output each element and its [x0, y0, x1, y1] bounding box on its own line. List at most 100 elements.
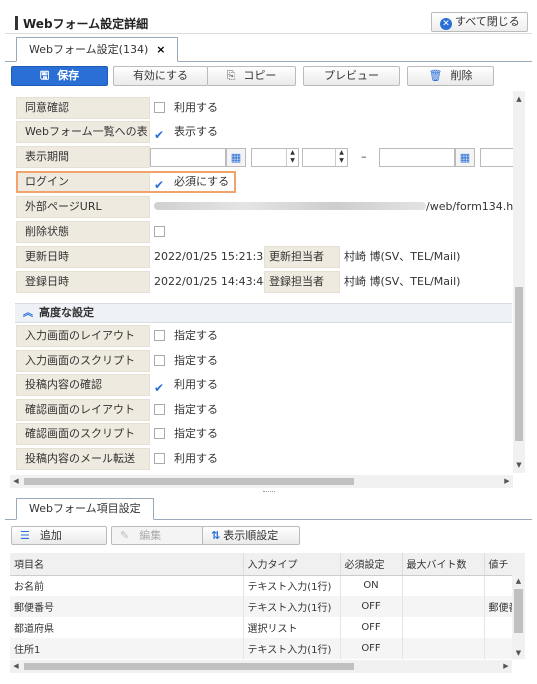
advanced-row: 投稿内容のメール転送 利用する: [10, 447, 514, 471]
scroll-down-icon[interactable]: ▼: [512, 647, 525, 659]
advanced-row-checkbox[interactable]: [154, 330, 165, 341]
copy-icon: ⎘: [226, 69, 236, 82]
advanced-row-checkbox[interactable]: [154, 404, 165, 415]
table-row[interactable]: 都道府県 選択リスト OFF: [10, 617, 512, 638]
table-header-row: 項目名 入力タイプ 必須設定 最大バイト数 値チ: [10, 553, 512, 576]
save-label: 保存: [57, 69, 80, 82]
delete-label: 削除: [450, 69, 473, 82]
advanced-row: 投稿内容の確認 利用する: [10, 373, 514, 400]
consent-row: 同意確認 利用する: [10, 96, 514, 120]
items-tabstrip: Webフォーム項目設定: [5, 496, 532, 520]
login-highlight-box: [16, 171, 236, 193]
advanced-row-label: 確認画面のスクリプト: [16, 423, 150, 445]
form-scroll-area[interactable]: 同意確認 利用する Webフォーム一覧への表示 表示する 表示期間 ▦ ▲▼ ▲…: [5, 91, 514, 473]
panel-splitter[interactable]: [5, 490, 532, 495]
required-cell: OFF: [340, 596, 403, 617]
input-type-cell: テキスト入力(1行): [243, 638, 341, 659]
scroll-right-icon[interactable]: ▶: [501, 475, 513, 488]
external-url-row: 外部ページURL /web/form134.html: [10, 195, 514, 219]
advanced-row-checkbox[interactable]: [154, 428, 165, 439]
max-bytes-cell: [402, 596, 485, 617]
advanced-row-checkbox[interactable]: [154, 376, 165, 400]
advanced-row-text: 指定する: [174, 354, 218, 367]
advanced-row-text: 利用する: [174, 452, 218, 465]
title-marker: [15, 16, 18, 30]
advanced-row-text: 指定する: [174, 403, 218, 416]
display-order-button[interactable]: ⇅ 表示順設定: [202, 526, 300, 545]
deleted-row: 削除状態: [10, 220, 514, 244]
advanced-row-checkbox[interactable]: [154, 355, 165, 366]
column-header[interactable]: 必須設定: [340, 553, 403, 576]
calendar-icon[interactable]: ▦: [226, 148, 246, 167]
required-cell: OFF: [340, 617, 403, 638]
table-vertical-scrollbar[interactable]: ▲ ▼: [512, 553, 525, 659]
display-order-label: 表示順設定: [223, 529, 279, 542]
tab-close-icon[interactable]: ×: [156, 43, 165, 56]
items-toolbar: ☰ 追加 ✎ 編集 ⇅ 表示順設定: [5, 524, 532, 548]
updated-by-value: 村崎 博(SV、TEL/Mail): [344, 250, 461, 263]
table-horizontal-scrollbar[interactable]: ◀ ▶: [10, 660, 512, 673]
period-end-date-input[interactable]: [379, 148, 455, 167]
period-start-hour-spinner[interactable]: ▲ ▼: [251, 148, 299, 167]
close-circle-icon: ✕: [440, 18, 452, 30]
consent-value: 利用する: [154, 96, 218, 120]
required-cell: OFF: [340, 638, 403, 659]
scroll-up-icon[interactable]: ▲: [513, 93, 525, 105]
advanced-row-label: 投稿内容のメール転送: [16, 448, 150, 470]
tab-webform-settings[interactable]: Webフォーム設定(134) ×: [16, 37, 179, 62]
advanced-settings-title: 高度な設定: [39, 306, 94, 319]
form-horizontal-scrollbar[interactable]: ◀ ▶: [10, 475, 513, 488]
save-button[interactable]: 🖫 保存: [11, 66, 108, 86]
copy-button[interactable]: ⎘ コピー: [207, 66, 296, 86]
advanced-row: 確認画面のスクリプト 指定する: [10, 422, 514, 446]
scroll-left-icon[interactable]: ◀: [10, 475, 22, 488]
close-all-button[interactable]: ✕ すべて閉じる: [431, 12, 528, 32]
scrollbar-thumb[interactable]: [24, 478, 354, 485]
advanced-row-checkbox[interactable]: [154, 453, 165, 464]
scroll-right-icon[interactable]: ▶: [500, 660, 512, 673]
page-title: Webフォーム設定詳細: [23, 17, 149, 31]
column-header[interactable]: 最大バイト数: [402, 553, 485, 576]
created-at-label: 登録日時: [16, 271, 150, 293]
advanced-row-label: 入力画面のスクリプト: [16, 350, 150, 372]
updated-at-value: 2022/01/25 15:21:39: [154, 250, 271, 263]
column-header[interactable]: 値チ: [484, 553, 512, 576]
calendar-icon[interactable]: ▦: [455, 148, 475, 167]
scrollbar-thumb[interactable]: [24, 663, 354, 670]
value-check-cell: [484, 638, 512, 659]
tab-webform-items[interactable]: Webフォーム項目設定: [16, 498, 154, 520]
advanced-row-text: 指定する: [174, 427, 218, 440]
deleted-checkbox[interactable]: [154, 226, 165, 237]
consent-checkbox[interactable]: [154, 102, 165, 113]
created-by-label: 登録担当者: [264, 271, 340, 293]
period-start-minute-spinner[interactable]: ▲ ▼: [302, 148, 348, 167]
delete-button[interactable]: 🗑 削除: [407, 66, 494, 86]
spinner-arrows-icon[interactable]: ▲ ▼: [286, 149, 298, 166]
chevron-up-icon: ︽: [23, 308, 33, 319]
preview-button[interactable]: プレビュー: [303, 66, 400, 86]
scroll-up-icon[interactable]: ▲: [512, 575, 525, 587]
list-display-checkbox[interactable]: [154, 123, 165, 147]
advanced-row: 入力画面のスクリプト 指定する: [10, 349, 514, 373]
display-period-row: 表示期間 ▦ ▲ ▼ ▲ ▼ – ▦: [10, 145, 514, 169]
form-vertical-scrollbar[interactable]: ▲ ▼: [513, 91, 525, 473]
add-item-button[interactable]: ☰ 追加: [11, 526, 107, 545]
edit-item-button[interactable]: ✎ 編集: [111, 526, 204, 545]
table-row[interactable]: お名前 テキスト入力(1行) ON: [10, 575, 512, 596]
column-header[interactable]: 項目名: [10, 553, 244, 576]
tab-label: Webフォーム設定(134): [29, 43, 149, 56]
period-end-hour-spinner[interactable]: [480, 148, 514, 167]
advanced-settings-header[interactable]: ︽ 高度な設定: [15, 303, 512, 323]
scroll-left-icon[interactable]: ◀: [10, 660, 22, 673]
column-header[interactable]: 入力タイプ: [243, 553, 341, 576]
item-name-cell: 住所1: [10, 638, 244, 659]
scrollbar-thumb[interactable]: [514, 589, 523, 633]
table-row[interactable]: 郵便番号 テキスト入力(1行) OFF 郵便番: [10, 596, 512, 617]
period-start-date-input[interactable]: [150, 148, 226, 167]
enable-button[interactable]: 有効にする: [113, 66, 208, 86]
spinner-arrows-icon[interactable]: ▲ ▼: [335, 149, 347, 166]
scroll-down-icon[interactable]: ▼: [513, 459, 525, 471]
table-row[interactable]: 住所1 テキスト入力(1行) OFF: [10, 638, 512, 659]
scrollbar-thumb[interactable]: [515, 287, 523, 441]
splitter-grip-icon[interactable]: [263, 491, 275, 493]
